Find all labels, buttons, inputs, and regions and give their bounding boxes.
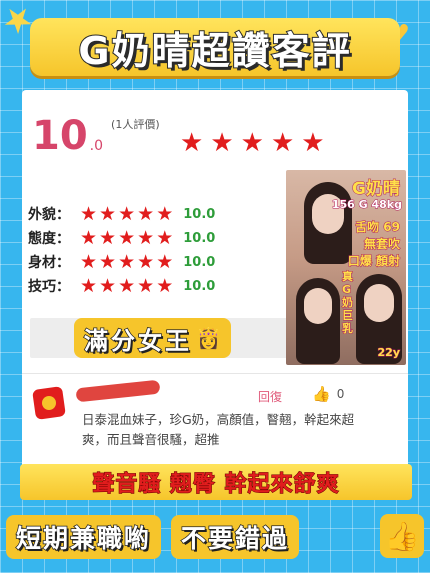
star-icon: ★ [99,203,117,225]
red-envelope-avatar [30,384,70,420]
star-icon: ★ [137,275,155,297]
queen-badge: 滿分女王 👸 [74,318,231,358]
star-icon: ★ [156,203,174,225]
photo-line: 口爆 顏射 [347,254,400,269]
criteria-value: 10.0 [183,254,216,270]
criteria-row-attitude: 態度： ★ ★ ★ ★ ★ 10.0 [28,228,215,248]
cta-row: 短期兼職喲 不要錯過 [6,512,386,562]
star-icon: ★ [156,227,174,249]
overall-rating: 10 .0 (1人評價) [32,116,160,156]
overall-stars: ★ ★ ★ ★ ★ [180,130,325,156]
envelope-seal [42,396,56,410]
thumbs-up-icon: 👍 [312,385,331,403]
title-banner: G奶晴超讚客評 [30,18,400,76]
star-icon: ★ [180,128,204,158]
photo-line: 無套吹 [363,237,400,252]
redacted-username [75,379,161,403]
photo-vertical-text: 真G奶巨乳 [342,270,354,336]
criteria-label: 外貌： [28,207,70,223]
cta-pill-dont-miss: 不要錯過 [171,515,300,559]
star-icon: ★ [99,251,117,273]
star-icon: ★ [118,227,136,249]
star-icon: ★ [137,251,155,273]
cta-pill-parttime: 短期兼職喲 [6,515,162,559]
criteria-row-body: 身材： ★ ★ ★ ★ ★ 10.0 [28,252,215,272]
criteria-stars: ★ ★ ★ ★ ★ [80,252,173,272]
like-count: 0 [336,387,345,401]
star-icon: ★ [118,251,136,273]
slogan-text: 聲音騷 翹臀 幹起來舒爽 [92,472,340,498]
star-icon: ★ [80,203,98,225]
photo-name: G奶晴 [352,179,401,200]
photo-spec: 156 G 48kg [331,198,402,212]
criteria-value: 10.0 [183,206,216,222]
star-icon: ★ [156,251,174,273]
like-button[interactable]: 👍 0 [312,385,344,403]
star-icon: ★ [80,275,98,297]
photo-face [364,284,394,322]
criteria-row-skill: 技巧： ★ ★ ★ ★ ★ 10.0 [28,276,215,296]
photo-face [304,288,332,324]
star-icon: ★ [270,128,295,158]
thumbs-up-icon: 👍 [380,514,424,558]
star-icon: ★ [210,128,234,158]
criteria-value: 10.0 [183,278,216,294]
star-icon: ★ [118,275,136,297]
criteria-value: 10.0 [183,230,216,246]
overall-score: 10 [32,113,88,159]
criteria-row-appearance: 外貌： ★ ★ ★ ★ ★ 10.0 [28,204,215,224]
star-icon: ★ [99,275,117,297]
star-icon: ★ [80,251,98,273]
profile-photo: G奶晴 156 G 48kg 舌吻 69 無套吹 口爆 顏射 真G奶巨乳 22y [286,170,406,365]
reply-link[interactable]: 回復 [258,388,282,405]
review-count: (1人評價) [111,118,160,131]
star-icon: ★ [301,128,325,158]
photo-age: 22y [377,346,401,360]
star-icon: ★ [80,227,98,249]
crown-face-icon: 👸 [196,326,221,350]
star-icon: ★ [99,227,117,249]
promo-page: ♥ G奶晴超讚客評 10 .0 (1人評價) ★★★★★ 外貌： ★★★★★ 1… [0,0,430,573]
star-icon: ★ [156,275,174,297]
star-icon: ★ [137,203,155,225]
slogan-banner: 聲音騷 翹臀 幹起來舒爽 [20,464,412,500]
overall-score-decimal: .0 [89,138,104,154]
criteria-label: 態度： [28,231,70,247]
cta-text: 短期兼職喲 [15,523,152,554]
criteria-stars: ★ ★ ★ ★ ★ [80,276,173,296]
criteria-stars: ★ ★ ★ ★ ★ [80,228,173,248]
badge-text: 滿分女王 [83,326,192,356]
criteria-label: 身材： [28,255,70,271]
star-icon: ★ [137,227,155,249]
divider [22,373,408,374]
cta-text: 不要錯過 [180,523,290,554]
banner-title: G奶晴超讚客評 [77,28,352,74]
star-icon: ★ [118,203,136,225]
photo-line: 舌吻 69 [355,220,401,235]
review-comment: 日泰混血妹子，珍G奶，高顏值，瞖翹，幹起來超爽，而且聲音很騷，超推 [82,412,355,447]
criteria-stars: ★ ★ ★ ★ ★ [80,204,173,224]
criteria-label: 技巧： [28,279,70,295]
star-icon: ★ [240,128,264,158]
